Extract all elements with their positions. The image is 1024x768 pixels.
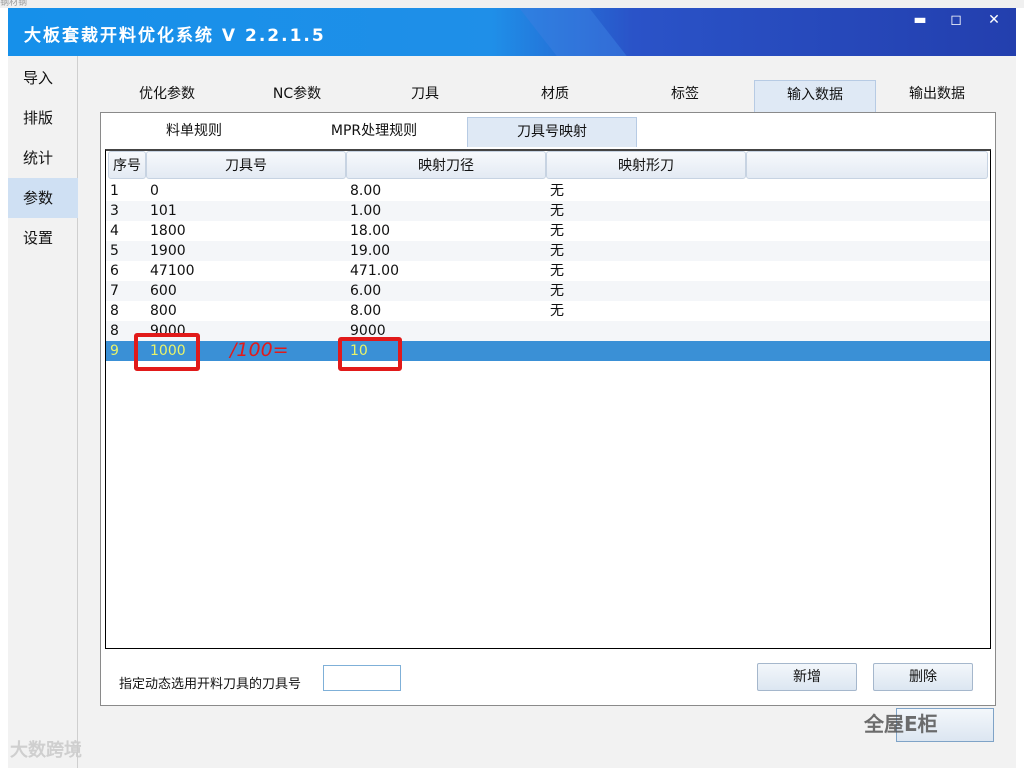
cell-diameter: 19.00 (350, 243, 391, 259)
cell-seq: 5 (110, 243, 119, 259)
cell-tool-no: 1900 (150, 243, 186, 259)
cell-tool-no: 600 (150, 283, 177, 299)
cell-shape-tool: 无 (550, 263, 564, 279)
cell-seq: 4 (110, 223, 119, 239)
tab-optimize-params[interactable]: 优化参数 (106, 80, 228, 112)
sidebar-item-params[interactable]: 参数 (8, 178, 78, 218)
sidebar-item-layout[interactable]: 排版 (8, 98, 78, 138)
cell-seq: 8 (110, 303, 119, 319)
highlight-box-tool-no (134, 333, 200, 371)
cell-diameter: 1.00 (350, 203, 382, 219)
cell-shape-tool: 无 (550, 183, 564, 199)
cell-shape-tool: 无 (550, 223, 564, 239)
subtab-cutlist-rules[interactable]: 料单规则 (109, 117, 279, 147)
column-header-shape-tool[interactable]: 映射形刀 (546, 151, 746, 179)
table-row[interactable]: 4 1800 18.00 无 (106, 221, 990, 241)
delete-button[interactable]: 删除 (873, 663, 973, 691)
table-header: 序号 刀具号 映射刀径 映射形刀 (106, 151, 990, 181)
cell-seq: 6 (110, 263, 119, 279)
cell-seq: 1 (110, 183, 119, 199)
cell-diameter: 18.00 (350, 223, 391, 239)
cell-tool-no: 800 (150, 303, 177, 319)
cell-diameter: 8.00 (350, 303, 382, 319)
table-row[interactable]: 8 800 8.00 无 (106, 301, 990, 321)
cell-shape-tool: 无 (550, 283, 564, 299)
cell-diameter: 8.00 (350, 183, 382, 199)
sidebar-item-stats[interactable]: 统计 (8, 138, 78, 178)
sidebar-item-settings[interactable]: 设置 (8, 218, 78, 258)
column-header-tool-no[interactable]: 刀具号 (146, 151, 346, 179)
top-strip: 钢材钢 (0, 0, 1024, 8)
content-area: 优化参数 NC参数 刀具 材质 标签 输入数据 输出数据 料单规则 MPR处理规… (78, 56, 1016, 768)
highlight-box-diameter (338, 337, 402, 371)
table-row[interactable]: 6 47100 471.00 无 (106, 261, 990, 281)
cell-seq: 8 (110, 323, 119, 339)
dynamic-tool-label: 指定动态选用开料刀具的刀具号 (119, 677, 302, 692)
cell-shape-tool: 无 (550, 303, 564, 319)
cell-tool-no: 1800 (150, 223, 186, 239)
column-header-diameter[interactable]: 映射刀径 (346, 151, 546, 179)
table-row[interactable]: 7 600 6.00 无 (106, 281, 990, 301)
title-bar: 大板套裁开料优化系统 V 2.2.1.5 ▬ ◻ ✕ (8, 8, 1016, 56)
input-data-panel: 料单规则 MPR处理规则 刀具号映射 序号 刀具号 映射刀径 映射形刀 1 0 … (100, 112, 996, 706)
table-row[interactable]: 1 0 8.00 无 (106, 181, 990, 201)
cell-seq: 9 (110, 343, 119, 359)
table-row[interactable]: 5 1900 19.00 无 (106, 241, 990, 261)
table-row[interactable]: 3 101 1.00 无 (106, 201, 990, 221)
maximize-button[interactable]: ◻ (937, 8, 975, 34)
watermark-right: 全屋E柜 (864, 712, 938, 736)
annotation-text: /100= (230, 339, 289, 361)
sidebar: 导入 排版 统计 参数 设置 (8, 56, 78, 768)
tab-labels[interactable]: 标签 (624, 80, 746, 112)
table-row[interactable]: 8 9000 9000 (106, 321, 990, 341)
close-button[interactable]: ✕ (975, 8, 1013, 34)
column-header-empty (746, 151, 988, 179)
cell-tool-no: 47100 (150, 263, 195, 279)
add-button[interactable]: 新增 (757, 663, 857, 691)
minimize-button[interactable]: ▬ (901, 8, 939, 34)
cell-diameter: 471.00 (350, 263, 399, 279)
cell-shape-tool: 无 (550, 203, 564, 219)
tab-material[interactable]: 材质 (494, 80, 616, 112)
tab-input-data[interactable]: 输入数据 (754, 80, 876, 112)
cell-shape-tool: 无 (550, 243, 564, 259)
tool-mapping-table[interactable]: 序号 刀具号 映射刀径 映射形刀 1 0 8.00 无 3 101 1.00 无… (105, 149, 991, 649)
cell-diameter: 6.00 (350, 283, 382, 299)
tab-tools[interactable]: 刀具 (364, 80, 486, 112)
cell-seq: 7 (110, 283, 119, 299)
watermark-left: 大数跨境 (10, 740, 82, 761)
footer-bar: 指定动态选用开料刀具的刀具号 新增 删除 (105, 653, 991, 703)
subtab-tool-mapping[interactable]: 刀具号映射 (467, 117, 637, 147)
cell-tool-no: 101 (150, 203, 177, 219)
tab-output-data[interactable]: 输出数据 (876, 80, 998, 112)
app-title: 大板套裁开料优化系统 V 2.2.1.5 (24, 26, 326, 46)
tab-nc-params[interactable]: NC参数 (236, 80, 358, 112)
column-header-seq[interactable]: 序号 (108, 151, 146, 179)
sidebar-item-import[interactable]: 导入 (8, 58, 78, 98)
dynamic-tool-input[interactable] (323, 665, 401, 691)
subtab-mpr-rules[interactable]: MPR处理规则 (289, 117, 459, 147)
cell-seq: 3 (110, 203, 119, 219)
cell-tool-no: 0 (150, 183, 159, 199)
